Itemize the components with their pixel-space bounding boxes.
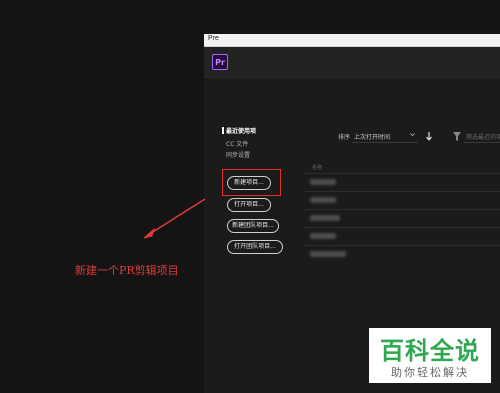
list-header-name: 名称	[312, 165, 323, 171]
redacted-filename	[310, 215, 340, 221]
redacted-filename	[310, 251, 346, 257]
window-titlebar: Pre	[204, 34, 500, 47]
new-team-project-button[interactable]: 新建团队项目...	[227, 219, 279, 233]
list-item[interactable]	[304, 228, 500, 246]
redacted-filename	[310, 197, 336, 203]
filter-placeholder: 筛选最近的项目	[466, 134, 500, 141]
nav-item-cc-files[interactable]: CC 文件	[226, 139, 248, 148]
premiere-logo: Pr	[212, 54, 228, 70]
sort-label: 排序	[338, 134, 351, 141]
sort-direction-icon[interactable]	[426, 132, 432, 141]
watermark-subtitle: 助你轻松解决	[391, 366, 469, 379]
list-item[interactable]	[304, 174, 500, 192]
chevron-down-icon	[410, 133, 415, 137]
list-item[interactable]	[304, 246, 500, 263]
nav-item-sync-settings[interactable]: 同步设置	[226, 150, 250, 159]
app-header: Pr	[204, 47, 500, 78]
watermark-logo: 百科全说 助你轻松解决	[369, 328, 491, 383]
filter-icon	[453, 132, 461, 141]
annotation-text: 新建一个PR剪辑项目	[75, 264, 179, 277]
redacted-filename	[310, 233, 336, 239]
redacted-filename	[310, 179, 336, 185]
watermark-title: 百科全说	[380, 337, 480, 365]
list-item[interactable]	[304, 210, 500, 228]
new-project-button[interactable]: 新建项目...	[227, 176, 271, 190]
window-title: Pre	[208, 35, 219, 42]
list-item[interactable]	[304, 192, 500, 210]
open-team-project-button[interactable]: 打开团队项目...	[227, 240, 283, 254]
nav-item-recent[interactable]: 最近使用项	[221, 126, 256, 135]
filter-input[interactable]: 筛选最近的项目	[464, 130, 500, 143]
open-project-button[interactable]: 打开项目...	[227, 198, 271, 212]
sort-select[interactable]: 上次打开时间	[352, 130, 418, 143]
sort-value: 上次打开时间	[354, 134, 391, 141]
